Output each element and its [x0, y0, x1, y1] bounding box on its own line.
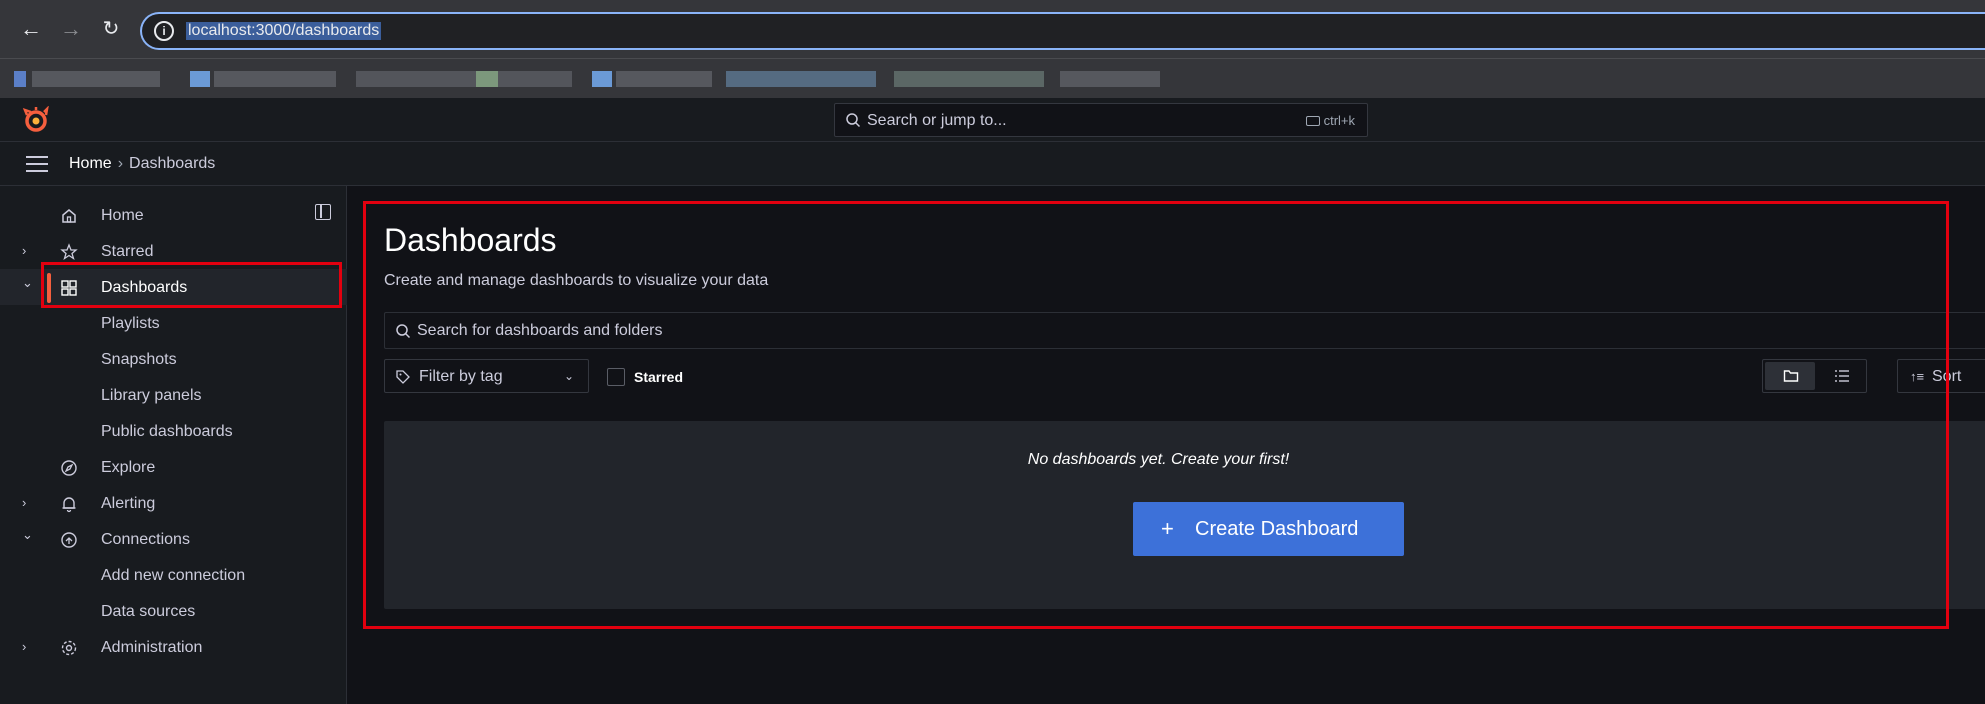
reload-button[interactable]: ↻	[96, 14, 126, 44]
sidebar-item-add-new-connection[interactable]: Add new connection	[0, 557, 347, 593]
connections-icon	[61, 532, 77, 548]
bookmarks-bar	[0, 58, 1985, 98]
expand-chevron-icon[interactable]: ›	[22, 639, 26, 654]
url-text[interactable]: localhost:3000/dashboards	[186, 22, 382, 40]
grafana-topbar: Search or jump to... ctrl+k	[0, 98, 1985, 142]
address-bar[interactable]: i localhost:3000/dashboards	[140, 12, 1985, 50]
breadcrumb-separator: ›	[117, 155, 124, 172]
sidebar-item-label: Alerting	[101, 495, 156, 512]
sidebar-item-label: Connections	[101, 531, 190, 548]
site-info-icon[interactable]: i	[154, 21, 174, 41]
bookmark-item[interactable]	[32, 71, 160, 87]
sidebar-item-public-dashboards[interactable]: Public dashboards	[0, 413, 347, 449]
home-icon	[62, 209, 76, 223]
compass-icon	[61, 460, 77, 476]
shortcut-text: ctrl+k	[1323, 113, 1355, 128]
sidebar-item-label: Public dashboards	[101, 423, 233, 440]
highlight-box-main	[363, 201, 1949, 629]
sidebar-item-alerting[interactable]: › Alerting	[0, 485, 347, 521]
forward-button[interactable]: →	[56, 14, 86, 44]
bookmark-favicon[interactable]	[476, 71, 498, 87]
sidebar-item-explore[interactable]: Explore	[0, 449, 347, 485]
browser-toolbar: ← → ↻ i localhost:3000/dashboards	[0, 0, 1985, 58]
sidebar-item-snapshots[interactable]: Snapshots	[0, 341, 347, 377]
star-icon	[60, 243, 78, 261]
breadcrumb: Home › Dashboards	[69, 155, 215, 173]
bookmark-favicon[interactable]	[14, 71, 26, 87]
global-search-input[interactable]: Search or jump to... ctrl+k	[834, 103, 1368, 137]
menu-toggle-icon[interactable]	[26, 156, 48, 172]
cog-icon	[61, 640, 77, 656]
highlight-box-sidebar	[41, 262, 342, 308]
expand-chevron-icon[interactable]: ›	[22, 243, 26, 258]
sidebar-item-library-panels[interactable]: Library panels	[0, 377, 347, 413]
bookmark-item[interactable]	[894, 71, 1044, 87]
bookmark-favicon[interactable]	[592, 71, 612, 87]
sidebar-item-label: Home	[101, 207, 144, 224]
keyboard-icon	[1305, 116, 1320, 126]
sidebar-item-playlists[interactable]: Playlists	[0, 305, 347, 341]
sidebar-item-connections[interactable]: ⌄ Connections	[0, 521, 347, 557]
breadcrumb-home[interactable]: Home	[69, 155, 112, 172]
shortcut-hint: ctrl+k	[1305, 113, 1355, 128]
breadcrumb-bar: Home › Dashboards	[0, 142, 1985, 186]
collapse-chevron-icon[interactable]: ⌄	[22, 275, 33, 291]
sidebar-item-label: Data sources	[101, 603, 196, 620]
bookmark-item[interactable]	[1060, 71, 1160, 87]
bookmark-item[interactable]	[616, 71, 712, 87]
sidebar-item-administration[interactable]: › Administration	[0, 629, 347, 665]
expand-chevron-icon[interactable]: ›	[22, 495, 26, 510]
bell-icon	[62, 497, 76, 513]
breadcrumb-current: Dashboards	[129, 155, 216, 172]
sidebar-item-label: Administration	[101, 639, 203, 656]
sidebar-item-label: Explore	[101, 459, 156, 476]
bookmark-favicon[interactable]	[190, 71, 210, 87]
global-search-placeholder: Search or jump to...	[867, 112, 1007, 129]
sidebar-item-label: Snapshots	[101, 351, 177, 368]
sidebar-item-label: Library panels	[101, 387, 202, 404]
sidebar-item-label: Playlists	[101, 315, 160, 332]
collapse-chevron-icon[interactable]: ⌄	[22, 527, 33, 543]
bookmark-item[interactable]	[726, 71, 876, 87]
sidebar-item-label: Starred	[101, 243, 154, 260]
bookmark-item[interactable]	[214, 71, 336, 87]
sidebar-item-home[interactable]: Home	[0, 197, 347, 233]
sidebar-item-data-sources[interactable]: Data sources	[0, 593, 347, 629]
search-icon	[846, 113, 861, 128]
sidebar-item-label: Add new connection	[101, 567, 246, 584]
back-button[interactable]: ←	[16, 14, 46, 44]
grafana-logo-icon[interactable]	[22, 106, 50, 134]
bookmark-item[interactable]	[356, 71, 572, 87]
